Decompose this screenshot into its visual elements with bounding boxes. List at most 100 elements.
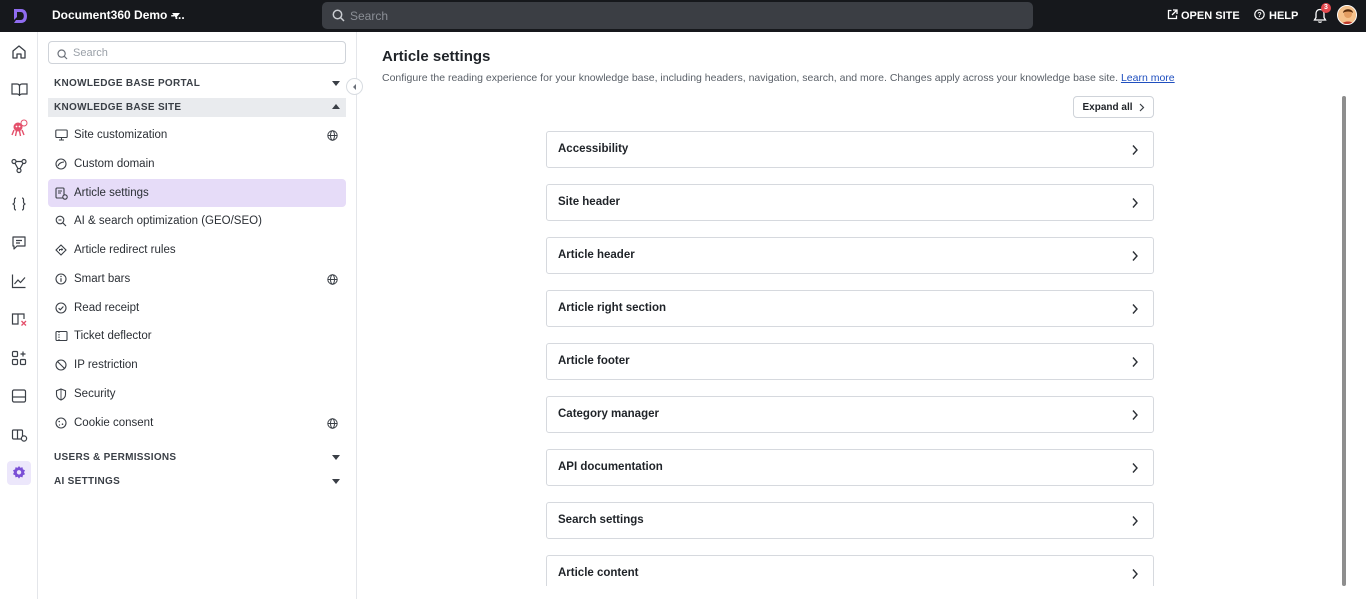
sidebar-item-security[interactable]: Security <box>48 380 346 408</box>
sidebar-item-article-redirect-rules[interactable]: Article redirect rules <box>48 236 346 264</box>
chevron-right-icon <box>1132 569 1138 579</box>
globe-icon <box>327 274 338 288</box>
feedback-icon[interactable] <box>9 233 29 253</box>
sidebar-item-ip-restriction[interactable]: IP restriction <box>48 351 346 379</box>
accordion-article-footer[interactable]: Article footer <box>546 343 1154 380</box>
apps-icon[interactable] <box>9 348 29 368</box>
sidebar-item-article-settings[interactable]: Article settings <box>48 179 346 207</box>
chevron-down-icon <box>332 455 340 460</box>
main-content: Article settings Configure the reading e… <box>357 32 1366 599</box>
chevron-right-icon <box>1132 251 1138 261</box>
section-kb-site[interactable]: KNOWLEDGE BASE SITE <box>48 98 346 117</box>
monitor-icon <box>54 128 68 142</box>
section-kb-site-label: KNOWLEDGE BASE SITE <box>54 102 182 113</box>
section-kb-portal[interactable]: KNOWLEDGE BASE PORTAL <box>48 74 346 93</box>
project-name[interactable]: Document360 Demo -... <box>52 8 185 22</box>
section-users-permissions[interactable]: USERS & PERMISSIONS <box>48 448 346 467</box>
global-search-input[interactable] <box>350 2 1020 29</box>
chevron-right-icon <box>1132 463 1138 473</box>
help-button[interactable]: ? HELP <box>1254 9 1298 23</box>
sidebar-item-cookie-consent[interactable]: Cookie consent <box>48 409 346 437</box>
page-description: Configure the reading experience for you… <box>382 72 1175 84</box>
sidebar-item-label: Custom domain <box>74 158 155 170</box>
home-icon[interactable] <box>9 42 29 62</box>
chevron-down-icon <box>332 479 340 484</box>
sidebar-item-read-receipt[interactable]: Read receipt <box>48 294 346 322</box>
sidebar-item-label: IP restriction <box>74 359 138 371</box>
sidebar-item-label: Smart bars <box>74 273 131 285</box>
accordion-search-settings[interactable]: Search settings <box>546 502 1154 539</box>
domain-icon <box>54 157 68 171</box>
accordion-label: Article header <box>558 249 635 261</box>
expand-all-button[interactable]: Expand all <box>1073 96 1154 118</box>
sidebar-item-label: AI & search optimization (GEO/SEO) <box>74 215 262 227</box>
sidebar-item-label: Cookie consent <box>74 417 154 429</box>
sidebar-item-label: Site customization <box>74 129 168 141</box>
open-site-button[interactable]: OPEN SITE <box>1167 9 1240 23</box>
sidebar-item-smart-bars[interactable]: Smart bars <box>48 265 346 293</box>
accordion-api-documentation[interactable]: API documentation <box>546 449 1154 486</box>
open-site-label: OPEN SITE <box>1181 10 1240 22</box>
cookie-icon <box>54 416 68 430</box>
gear-icon[interactable] <box>7 461 31 485</box>
book-x-icon[interactable] <box>9 309 29 329</box>
chevron-right-icon <box>1132 410 1138 420</box>
block-icon <box>54 358 68 372</box>
sidebar-item-ticket-deflector[interactable]: Ticket deflector <box>48 322 346 350</box>
sidebar-item-site-customization[interactable]: Site customization <box>48 121 346 149</box>
accordion-label: Site header <box>558 196 620 208</box>
accordion-label: Category manager <box>558 408 659 420</box>
section-kb-portal-label: KNOWLEDGE BASE PORTAL <box>54 78 201 89</box>
book-icon[interactable] <box>9 79 29 99</box>
chevron-right-icon <box>1132 198 1138 208</box>
learn-more-link[interactable]: Learn more <box>1121 72 1175 84</box>
accordion-article-header[interactable]: Article header <box>546 237 1154 274</box>
page-description-text: Configure the reading experience for you… <box>382 72 1119 84</box>
sidebar-item-ai-search-optimization[interactable]: AI & search optimization (GEO/SEO) <box>48 207 346 235</box>
accordion-accessibility[interactable]: Accessibility <box>546 131 1154 168</box>
settings-book-icon[interactable] <box>9 425 29 445</box>
left-icon-rail <box>0 32 38 599</box>
help-label: HELP <box>1269 10 1299 22</box>
notification-count-badge: 3 <box>1321 3 1331 13</box>
sidebar-item-label: Read receipt <box>74 302 140 314</box>
info-icon <box>54 272 68 286</box>
search-optimize-icon <box>54 214 68 228</box>
svg-text:?: ? <box>1257 12 1261 19</box>
octopus-bot-icon[interactable] <box>9 118 29 138</box>
api-braces-icon[interactable] <box>9 194 29 214</box>
external-link-icon <box>1167 9 1178 23</box>
chevron-down-icon <box>332 81 340 86</box>
document360-logo[interactable] <box>10 6 30 26</box>
sidebar-item-label: Article settings <box>74 187 149 199</box>
analytics-icon[interactable] <box>9 271 29 291</box>
chevron-right-icon <box>1132 145 1138 155</box>
accordion-article-right-section[interactable]: Article right section <box>546 290 1154 327</box>
avatar[interactable] <box>1337 5 1357 25</box>
shield-icon <box>54 387 68 401</box>
accordion-label: Article footer <box>558 355 630 367</box>
chevron-right-icon <box>1139 103 1144 111</box>
workflow-icon[interactable] <box>9 156 29 176</box>
settings-sidebar: KNOWLEDGE BASE PORTAL KNOWLEDGE BASE SIT… <box>38 32 357 599</box>
section-ai-settings[interactable]: AI SETTINGS <box>48 472 346 491</box>
globe-icon <box>327 418 338 432</box>
sidebar-search-input[interactable] <box>73 42 341 63</box>
content-scroll-clip <box>357 586 1366 599</box>
sidebar-item-label: Security <box>74 388 116 400</box>
drive-icon[interactable] <box>9 386 29 406</box>
accordion-label: Search settings <box>558 514 644 526</box>
scrollbar-thumb[interactable] <box>1342 96 1346 586</box>
globe-icon <box>327 130 338 144</box>
project-dropdown-icon[interactable] <box>172 13 180 18</box>
sidebar-search[interactable] <box>48 41 346 64</box>
check-circle-icon <box>54 301 68 315</box>
sidebar-item-label: Ticket deflector <box>74 330 152 342</box>
page-title: Article settings <box>382 48 491 65</box>
sidebar-item-custom-domain[interactable]: Custom domain <box>48 150 346 178</box>
search-icon <box>57 47 68 65</box>
global-search[interactable] <box>322 2 1033 29</box>
expand-all-label: Expand all <box>1082 101 1133 113</box>
accordion-category-manager[interactable]: Category manager <box>546 396 1154 433</box>
accordion-site-header[interactable]: Site header <box>546 184 1154 221</box>
